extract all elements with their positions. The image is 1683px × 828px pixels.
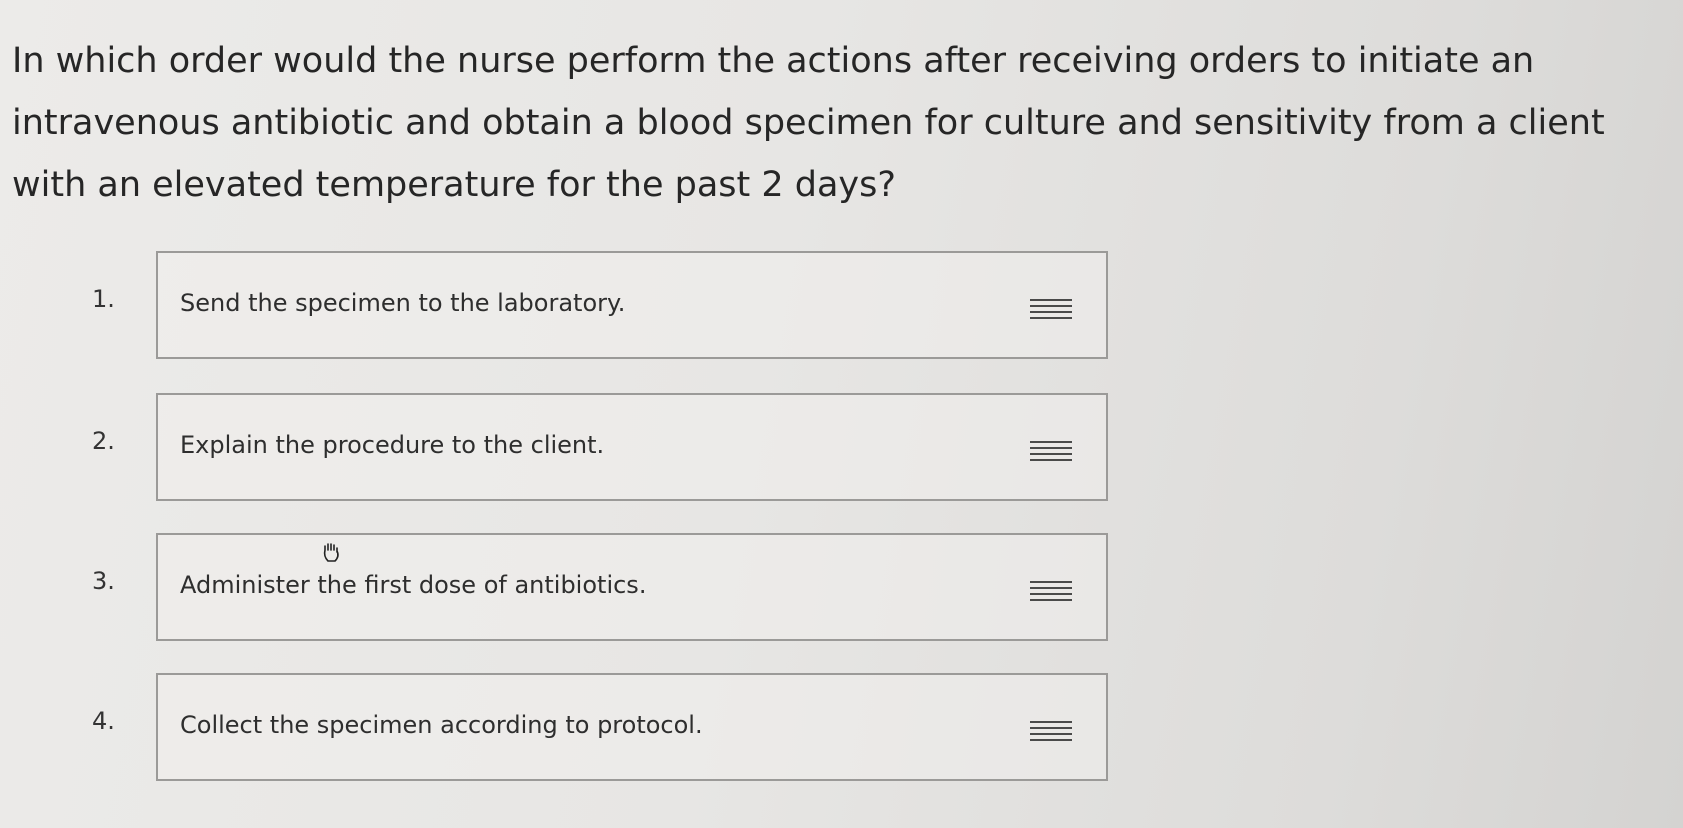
ordering-item: 4. Collect the specimen according to pro… [0,673,1683,785]
option-number: 3. [92,567,115,595]
option-label: Collect the specimen according to protoc… [180,711,703,739]
ordering-item: 2. Explain the procedure to the client. [0,393,1683,505]
option-label: Send the specimen to the laboratory. [180,289,626,317]
ordering-list: 1. Send the specimen to the laboratory. … [0,0,1683,828]
drag-handle-icon[interactable] [1030,441,1072,463]
hand-grab-cursor-icon [323,543,339,562]
draggable-option-box[interactable]: Send the specimen to the laboratory. [156,251,1108,359]
draggable-option-box[interactable]: Administer the first dose of antibiotics… [156,533,1108,641]
drag-handle-icon[interactable] [1030,581,1072,603]
drag-handle-icon[interactable] [1030,299,1072,321]
option-number: 1. [92,285,115,313]
ordering-item: 1. Send the specimen to the laboratory. [0,251,1683,363]
drag-handle-icon[interactable] [1030,721,1072,743]
option-label: Explain the procedure to the client. [180,431,605,459]
option-number: 2. [92,427,115,455]
option-number: 4. [92,707,115,735]
draggable-option-box[interactable]: Explain the procedure to the client. [156,393,1108,501]
ordering-item: 3. Administer the first dose of antibiot… [0,533,1683,645]
option-label: Administer the first dose of antibiotics… [180,571,647,599]
draggable-option-box[interactable]: Collect the specimen according to protoc… [156,673,1108,781]
